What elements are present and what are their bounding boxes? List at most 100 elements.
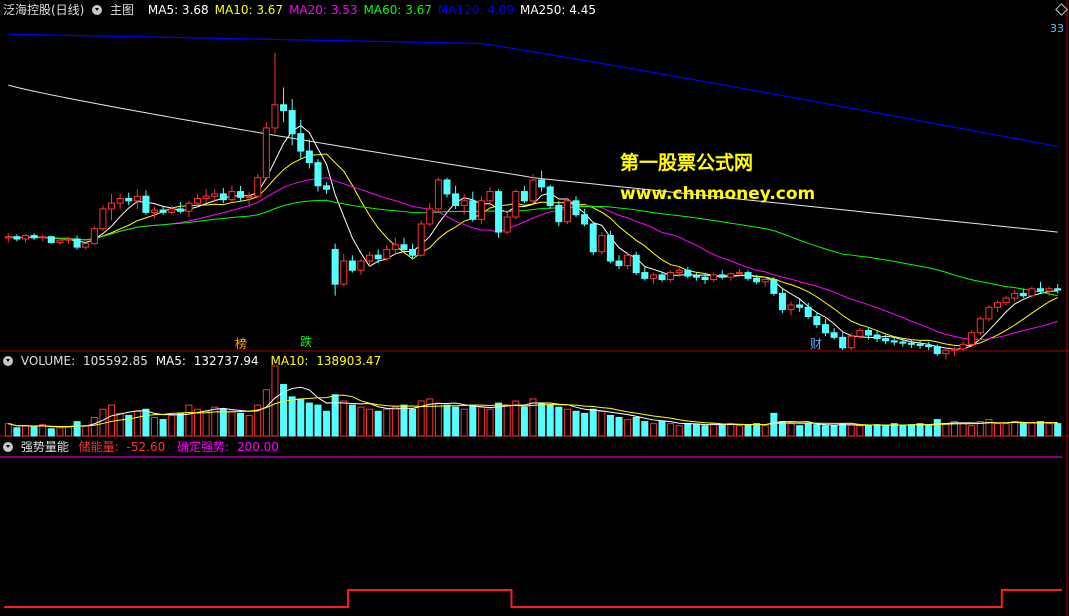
candle[interactable] [400,237,408,252]
stock-chart-window[interactable]: 泛海控股(日线) 主图 MA5: 3.68 MA10: 3.67 MA20: 3.5… [0,0,1069,616]
indicator-name[interactable]: 强势量能 [21,440,69,454]
candle[interactable] [4,233,12,243]
candle[interactable] [237,185,245,201]
candle[interactable] [968,330,976,347]
candle[interactable] [572,196,580,218]
candle[interactable] [718,270,726,280]
candle[interactable] [99,205,107,231]
candle[interactable] [185,200,193,218]
candle[interactable] [254,174,262,198]
candle[interactable] [348,255,356,273]
candle[interactable] [727,272,735,281]
candle[interactable] [529,174,537,204]
candle[interactable] [142,190,150,215]
candle[interactable] [692,272,700,281]
chevron-down-icon[interactable] [92,5,103,15]
candle[interactable] [925,342,933,351]
candle[interactable] [13,234,21,242]
chart-canvas[interactable] [0,0,1069,616]
candle[interactable] [133,189,141,209]
candle[interactable] [873,330,881,342]
candle[interactable] [331,243,339,296]
candle[interactable] [520,185,528,204]
candle[interactable] [589,221,597,256]
candle[interactable] [477,196,485,224]
candle[interactable] [417,220,425,257]
candle[interactable] [1011,289,1019,302]
candle[interactable] [606,230,614,264]
candle[interactable] [280,87,288,123]
candle[interactable] [598,232,606,255]
candle[interactable] [993,300,1001,312]
candle[interactable] [503,212,511,235]
candle[interactable] [847,332,855,351]
candle[interactable] [684,266,692,279]
candle[interactable] [778,288,786,314]
candle[interactable] [632,251,640,275]
candle[interactable] [443,177,451,198]
candle[interactable] [976,316,984,336]
candle[interactable] [563,197,571,224]
candle[interactable] [82,242,90,250]
candle[interactable] [839,332,847,351]
candle[interactable] [228,185,236,202]
candle[interactable] [942,347,950,360]
candle[interactable] [211,189,219,201]
chevron-down-icon[interactable] [3,356,13,366]
candle[interactable] [890,337,898,346]
candle[interactable] [538,170,546,192]
candle[interactable] [916,340,924,349]
candle[interactable] [641,266,649,281]
candle[interactable] [151,206,159,219]
candle[interactable] [391,237,399,256]
candle[interactable] [297,119,305,160]
candle[interactable] [615,255,623,270]
candle[interactable] [108,193,116,221]
candle[interactable] [830,328,838,340]
candle[interactable] [73,235,81,250]
candle[interactable] [744,270,752,281]
candle[interactable] [985,304,993,322]
candle[interactable] [469,191,477,222]
candle[interactable] [39,234,47,242]
stock-name[interactable]: 泛海控股(日线) [3,3,84,17]
candle[interactable] [116,193,124,209]
candle[interactable] [426,203,434,227]
candle[interactable] [959,342,967,352]
candle[interactable] [125,192,133,206]
candle[interactable] [649,272,657,285]
candle[interactable] [452,185,460,209]
candle[interactable] [271,52,279,134]
candle[interactable] [305,139,313,169]
candle[interactable] [383,244,391,261]
candle[interactable] [770,277,778,296]
candle[interactable] [340,254,348,287]
candle[interactable] [486,186,494,206]
candle[interactable] [374,249,382,264]
candle[interactable] [555,200,563,227]
candle[interactable] [202,189,210,204]
candle[interactable] [314,159,322,192]
candle[interactable] [30,233,38,241]
candle[interactable] [821,318,829,337]
candle[interactable] [323,182,331,194]
candle[interactable] [512,189,520,220]
candle[interactable] [176,201,184,214]
candle[interactable] [864,328,872,340]
candle[interactable] [219,188,227,204]
candle[interactable] [1019,288,1027,299]
candle[interactable] [1054,284,1062,294]
candle[interactable] [787,301,795,316]
candle[interactable] [710,272,718,282]
candle[interactable] [357,258,365,275]
candle[interactable] [813,311,821,329]
candle[interactable] [495,189,503,238]
candle[interactable] [434,177,442,213]
candle[interactable] [546,184,554,209]
candle[interactable] [409,243,417,259]
candle[interactable] [262,122,270,180]
chevron-down-icon[interactable] [3,442,13,452]
candle[interactable] [90,226,98,245]
candle[interactable] [667,270,675,282]
candle[interactable] [65,236,73,244]
